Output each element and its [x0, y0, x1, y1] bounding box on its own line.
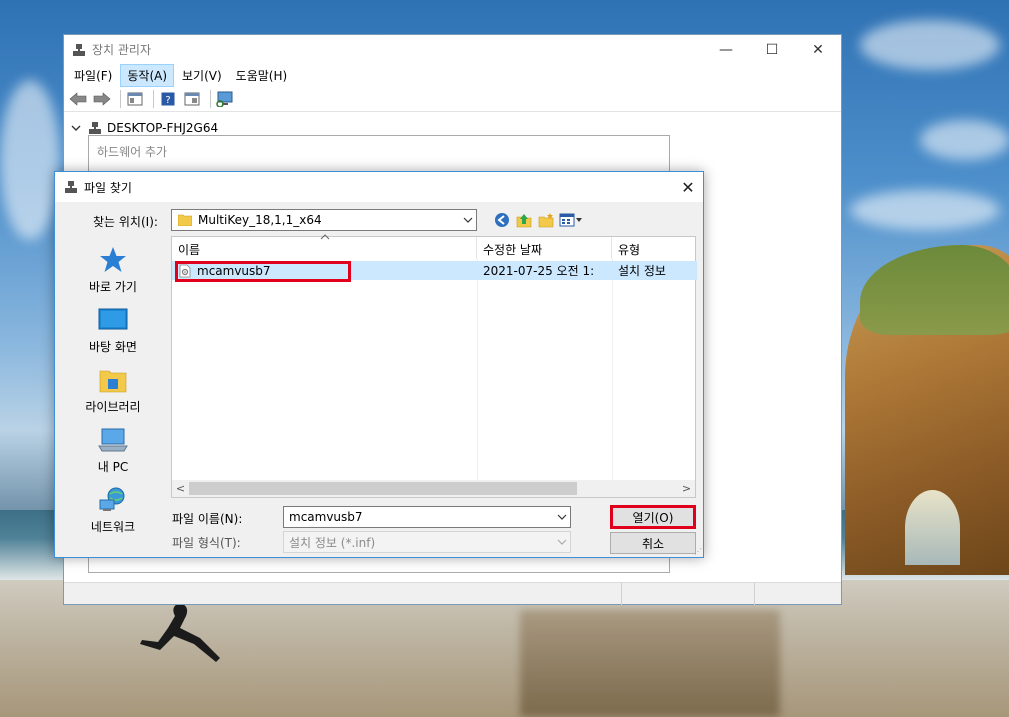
look-in-value: MultiKey_18,1,1_x64	[198, 213, 322, 227]
place-label: 바로 가기	[89, 280, 137, 294]
look-in-label: 찾는 위치(I):	[93, 215, 158, 229]
file-type-value: 설치 정보 (*.inf)	[289, 535, 376, 550]
file-list: 이름 수정한 날짜 유형 mcamvusb7 2021-07-25 오전 1: …	[171, 234, 697, 498]
svg-text:?: ?	[165, 95, 170, 106]
column-header-date[interactable]: 수정한 날짜	[477, 237, 612, 259]
place-label: 라이브러리	[85, 400, 141, 414]
column-label: 수정한 날짜	[483, 243, 543, 257]
chevron-down-icon[interactable]	[554, 507, 570, 527]
device-manager-titlebar[interactable]: 장치 관리자 — ☐ ✕	[64, 35, 841, 64]
help-icon[interactable]: ?	[158, 89, 178, 109]
sort-ascending-icon	[320, 233, 330, 243]
this-pc-icon	[97, 426, 129, 454]
status-bar	[64, 582, 841, 605]
back-arrow-icon[interactable]	[68, 89, 88, 109]
look-in-combobox[interactable]: MultiKey_18,1,1_x64	[171, 209, 477, 231]
file-dialog-titlebar[interactable]: 파일 찾기 ✕	[55, 172, 703, 202]
column-label: 이름	[178, 243, 201, 257]
maximize-button[interactable]: ☐	[749, 35, 795, 64]
horizontal-scrollbar[interactable]: < >	[172, 480, 695, 497]
place-label: 바탕 화면	[89, 340, 137, 354]
file-type-select[interactable]: 설치 정보 (*.inf)	[283, 531, 571, 553]
folder-icon	[178, 214, 192, 226]
menu-view[interactable]: 보기(V)	[176, 65, 228, 86]
quick-access-star-icon	[97, 246, 129, 274]
chevron-down-icon[interactable]	[460, 210, 476, 230]
column-header-type[interactable]: 유형	[612, 237, 697, 259]
file-name-label: 파일 이름(N):	[172, 512, 243, 526]
cancel-button[interactable]: 취소	[610, 532, 696, 554]
menu-help[interactable]: 도움말(H)	[230, 65, 294, 86]
column-header-name[interactable]: 이름	[172, 234, 477, 259]
place-quick-access[interactable]: 바로 가기	[73, 238, 153, 298]
device-manager-title: 장치 관리자	[92, 43, 152, 57]
dialog-close-button[interactable]: ✕	[673, 172, 703, 202]
scan-hardware-icon[interactable]	[215, 89, 235, 109]
new-folder-icon[interactable]	[535, 210, 557, 230]
scrollbar-thumb[interactable]	[189, 482, 577, 495]
minimize-button[interactable]: —	[703, 35, 749, 64]
scroll-right-button[interactable]: >	[678, 480, 695, 497]
highlight-box	[175, 261, 351, 282]
file-name-input[interactable]: mcamvusb7	[283, 506, 571, 528]
menu-bar: 파일(F) 동작(A) 보기(V) 도움말(H)	[64, 63, 841, 87]
places-bar: 바로 가기 바탕 화면 라이브러리 내 PC 네트워크	[73, 238, 153, 538]
libraries-icon	[97, 366, 129, 394]
menu-file[interactable]: 파일(F)	[68, 65, 118, 86]
network-icon	[97, 486, 129, 514]
properties-icon[interactable]	[125, 89, 145, 109]
place-desktop[interactable]: 바탕 화면	[73, 298, 153, 358]
add-hardware-title: 하드웨어 추가	[97, 145, 168, 159]
chevron-down-icon[interactable]	[554, 532, 570, 552]
place-label: 네트워크	[90, 520, 136, 534]
look-in-row: 찾는 위치(I): MultiKey_18,1,1_x64	[55, 208, 705, 232]
file-dialog-title: 파일 찾기	[84, 180, 132, 195]
desktop-icon	[97, 306, 129, 334]
file-list-header: 이름 수정한 날짜 유형	[172, 234, 697, 259]
place-network[interactable]: 네트워크	[73, 478, 153, 538]
navigation-buttons	[491, 210, 585, 230]
column-label: 유형	[618, 243, 641, 257]
file-type-label: 파일 형식(T):	[172, 536, 241, 550]
show-hidden-icon[interactable]	[182, 89, 202, 109]
scroll-left-button[interactable]: <	[172, 480, 189, 497]
open-button[interactable]: 열기(O)	[610, 505, 696, 529]
place-label: 내 PC	[97, 460, 129, 474]
close-button[interactable]: ✕	[795, 35, 841, 64]
computer-icon	[89, 122, 101, 134]
resize-grip-icon[interactable]: ⋰	[694, 547, 702, 556]
menu-action[interactable]: 동작(A)	[120, 63, 175, 87]
device-manager-app-icon	[73, 43, 85, 56]
up-folder-icon[interactable]	[513, 210, 535, 230]
tree-root-label: DESKTOP-FHJ2G64	[107, 121, 219, 135]
file-open-dialog: 파일 찾기 ✕ 찾는 위치(I): MultiKey_18,1,1_x64 바로…	[54, 171, 704, 558]
chevron-down-icon[interactable]	[70, 122, 82, 134]
back-icon[interactable]	[491, 210, 513, 230]
file-date: 2021-07-25 오전 1:	[483, 264, 595, 278]
dialog-app-icon	[65, 181, 77, 193]
toolbar: ?	[64, 86, 841, 112]
forward-arrow-icon[interactable]	[92, 89, 112, 109]
place-this-pc[interactable]: 내 PC	[73, 418, 153, 478]
file-type: 설치 정보	[618, 264, 666, 278]
place-libraries[interactable]: 라이브러리	[73, 358, 153, 418]
file-name-value: mcamvusb7	[289, 510, 363, 524]
view-menu-icon[interactable]	[557, 210, 585, 230]
